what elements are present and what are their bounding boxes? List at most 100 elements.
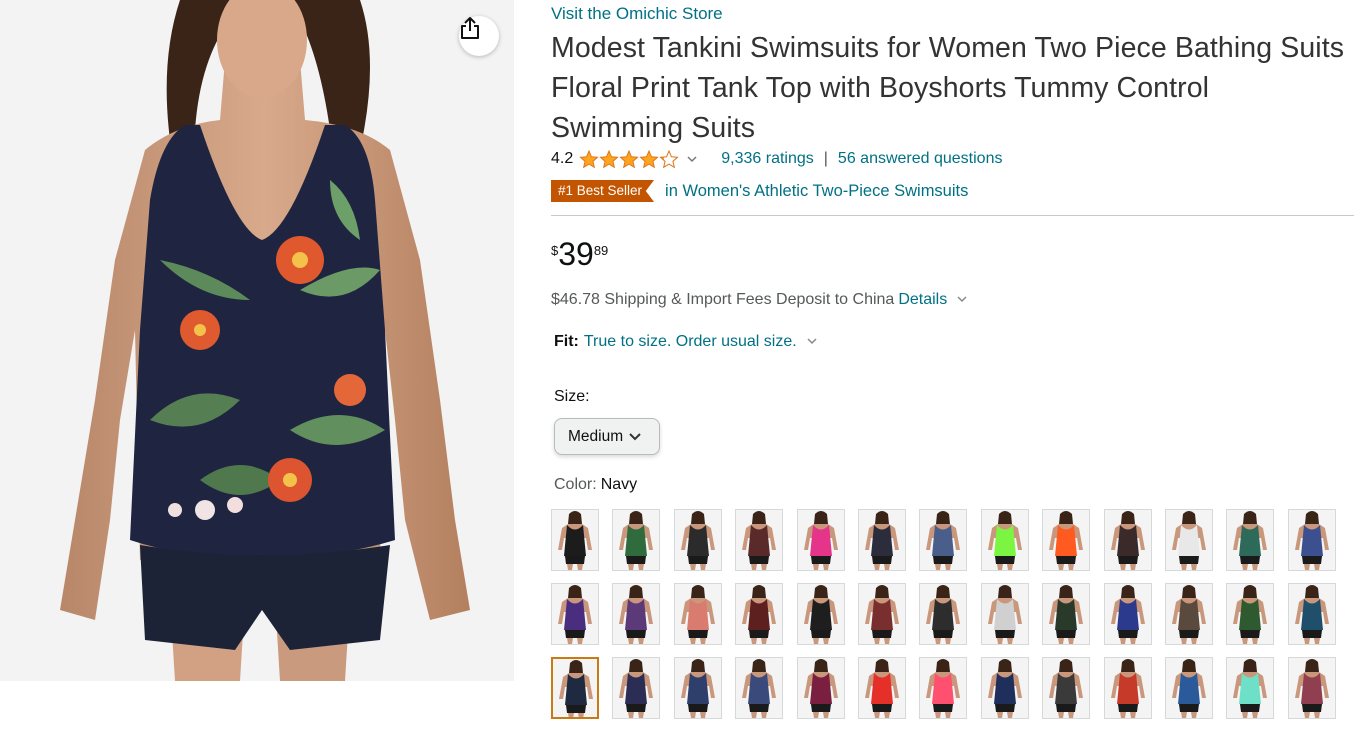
swimsuit-thumbnail [674,658,721,718]
swimsuit-thumbnail [1104,584,1151,644]
swimsuit-thumbnail [613,584,660,644]
chevron-down-icon[interactable] [957,294,967,306]
color-swatch[interactable] [796,509,845,571]
swimsuit-thumbnail [920,584,967,644]
color-swatch[interactable] [1287,509,1336,571]
star-icon [619,150,639,168]
fit-label: Fit: [554,333,579,350]
color-label: Color: [554,476,597,493]
swimsuit-thumbnail [859,658,905,718]
color-swatch[interactable] [1042,657,1091,719]
star-rating[interactable] [579,150,679,168]
swimsuit-thumbnail [1043,658,1090,718]
swimsuit-thumbnail [613,510,660,570]
color-swatch[interactable] [980,509,1029,571]
size-dropdown[interactable]: Medium [554,418,660,455]
price-symbol: $ [551,243,559,258]
color-swatch[interactable] [1103,509,1152,571]
color-swatch[interactable] [673,583,722,645]
answered-questions-link[interactable]: 56 answered questions [838,150,1003,168]
color-swatch[interactable] [1042,509,1091,571]
swimsuit-thumbnail [1166,510,1212,570]
color-swatch[interactable] [1042,583,1091,645]
fit-value-link[interactable]: True to size. Order usual size. [584,333,797,351]
product-title: Modest Tankini Swimsuits for Women Two P… [551,32,1345,144]
chevron-down-icon[interactable] [807,336,817,348]
price: $3989 [551,236,608,273]
color-swatch[interactable] [1226,657,1275,719]
color-swatch[interactable] [1287,583,1336,645]
swimsuit-thumbnail [1104,658,1151,718]
color-swatch[interactable] [1165,509,1213,571]
color-swatch[interactable] [1165,657,1213,719]
swimsuit-thumbnail [1166,658,1212,718]
color-swatch[interactable] [858,657,906,719]
color-swatch[interactable] [858,509,906,571]
color-swatch[interactable] [980,583,1029,645]
store-link[interactable]: Visit the Omichic Store [551,4,723,24]
color-swatch[interactable] [858,583,906,645]
color-swatch[interactable] [673,657,722,719]
shipping-details-link[interactable]: Details [898,291,947,309]
best-seller-badge[interactable]: #1 Best Seller [551,180,655,202]
color-swatch[interactable] [980,657,1029,719]
swimsuit-thumbnail [859,584,905,644]
color-swatch[interactable] [1165,583,1213,645]
star-icon [659,150,679,168]
color-swatch[interactable] [735,657,784,719]
ratings-count-link[interactable]: 9,336 ratings [721,150,814,168]
color-swatch[interactable] [1226,509,1275,571]
swimsuit-photo [0,0,514,681]
star-icon [639,150,659,168]
swimsuit-thumbnail [981,584,1028,644]
color-swatch[interactable] [735,509,784,571]
best-seller-category-link[interactable]: in Women's Athletic Two-Piece Swimsuits [665,182,968,201]
product-main-image[interactable] [0,0,514,681]
share-button[interactable] [459,16,499,56]
color-swatch[interactable] [796,657,845,719]
color-swatch[interactable] [551,583,599,645]
color-swatch[interactable] [919,657,968,719]
chevron-down-icon[interactable] [687,152,697,166]
color-swatch[interactable] [1226,583,1275,645]
chevron-down-icon [629,432,641,441]
shipping-info: $46.78 Shipping & Import Fees Deposit to… [551,291,967,309]
color-swatch[interactable] [612,657,661,719]
color-swatch[interactable] [1103,583,1152,645]
separator: | [823,150,828,167]
swimsuit-thumbnail [613,658,660,718]
swimsuit-thumbnail [1104,510,1151,570]
color-swatch[interactable] [919,583,968,645]
best-seller-row: #1 Best Seller in Women's Athletic Two-P… [551,180,968,202]
swimsuit-thumbnail [1227,510,1274,570]
size-value: Medium [568,427,624,445]
swimsuit-thumbnail [797,584,844,644]
swimsuit-thumbnail [797,658,844,718]
swimsuit-thumbnail [797,510,844,570]
color-swatch[interactable] [735,583,784,645]
swimsuit-thumbnail [1166,584,1212,644]
color-swatch[interactable] [796,583,845,645]
color-value: Navy [600,476,638,493]
color-swatch[interactable] [1103,657,1152,719]
swimsuit-thumbnail [552,584,598,644]
color-swatch[interactable] [551,509,599,571]
color-swatch[interactable] [612,583,661,645]
rating-row: 4.2 9,336 ratings | 56 answered question… [551,148,1002,170]
price-whole: 39 [558,236,594,272]
swimsuit-thumbnail [736,658,783,718]
color-swatch[interactable] [919,509,968,571]
swimsuit-thumbnail [1043,510,1090,570]
color-swatch[interactable] [673,509,722,571]
color-swatch[interactable] [551,657,599,719]
color-swatch[interactable] [612,509,661,571]
shipping-text: $46.78 Shipping & Import Fees Deposit to… [551,291,895,308]
swimsuit-thumbnail [1288,584,1335,644]
swimsuit-thumbnail [920,658,967,718]
swimsuit-thumbnail [981,510,1028,570]
fit-info: Fit: True to size. Order usual size. [554,333,817,351]
star-icon [599,150,619,168]
swimsuit-thumbnail [1227,584,1274,644]
swimsuit-thumbnail [736,584,783,644]
color-swatch[interactable] [1287,657,1336,719]
